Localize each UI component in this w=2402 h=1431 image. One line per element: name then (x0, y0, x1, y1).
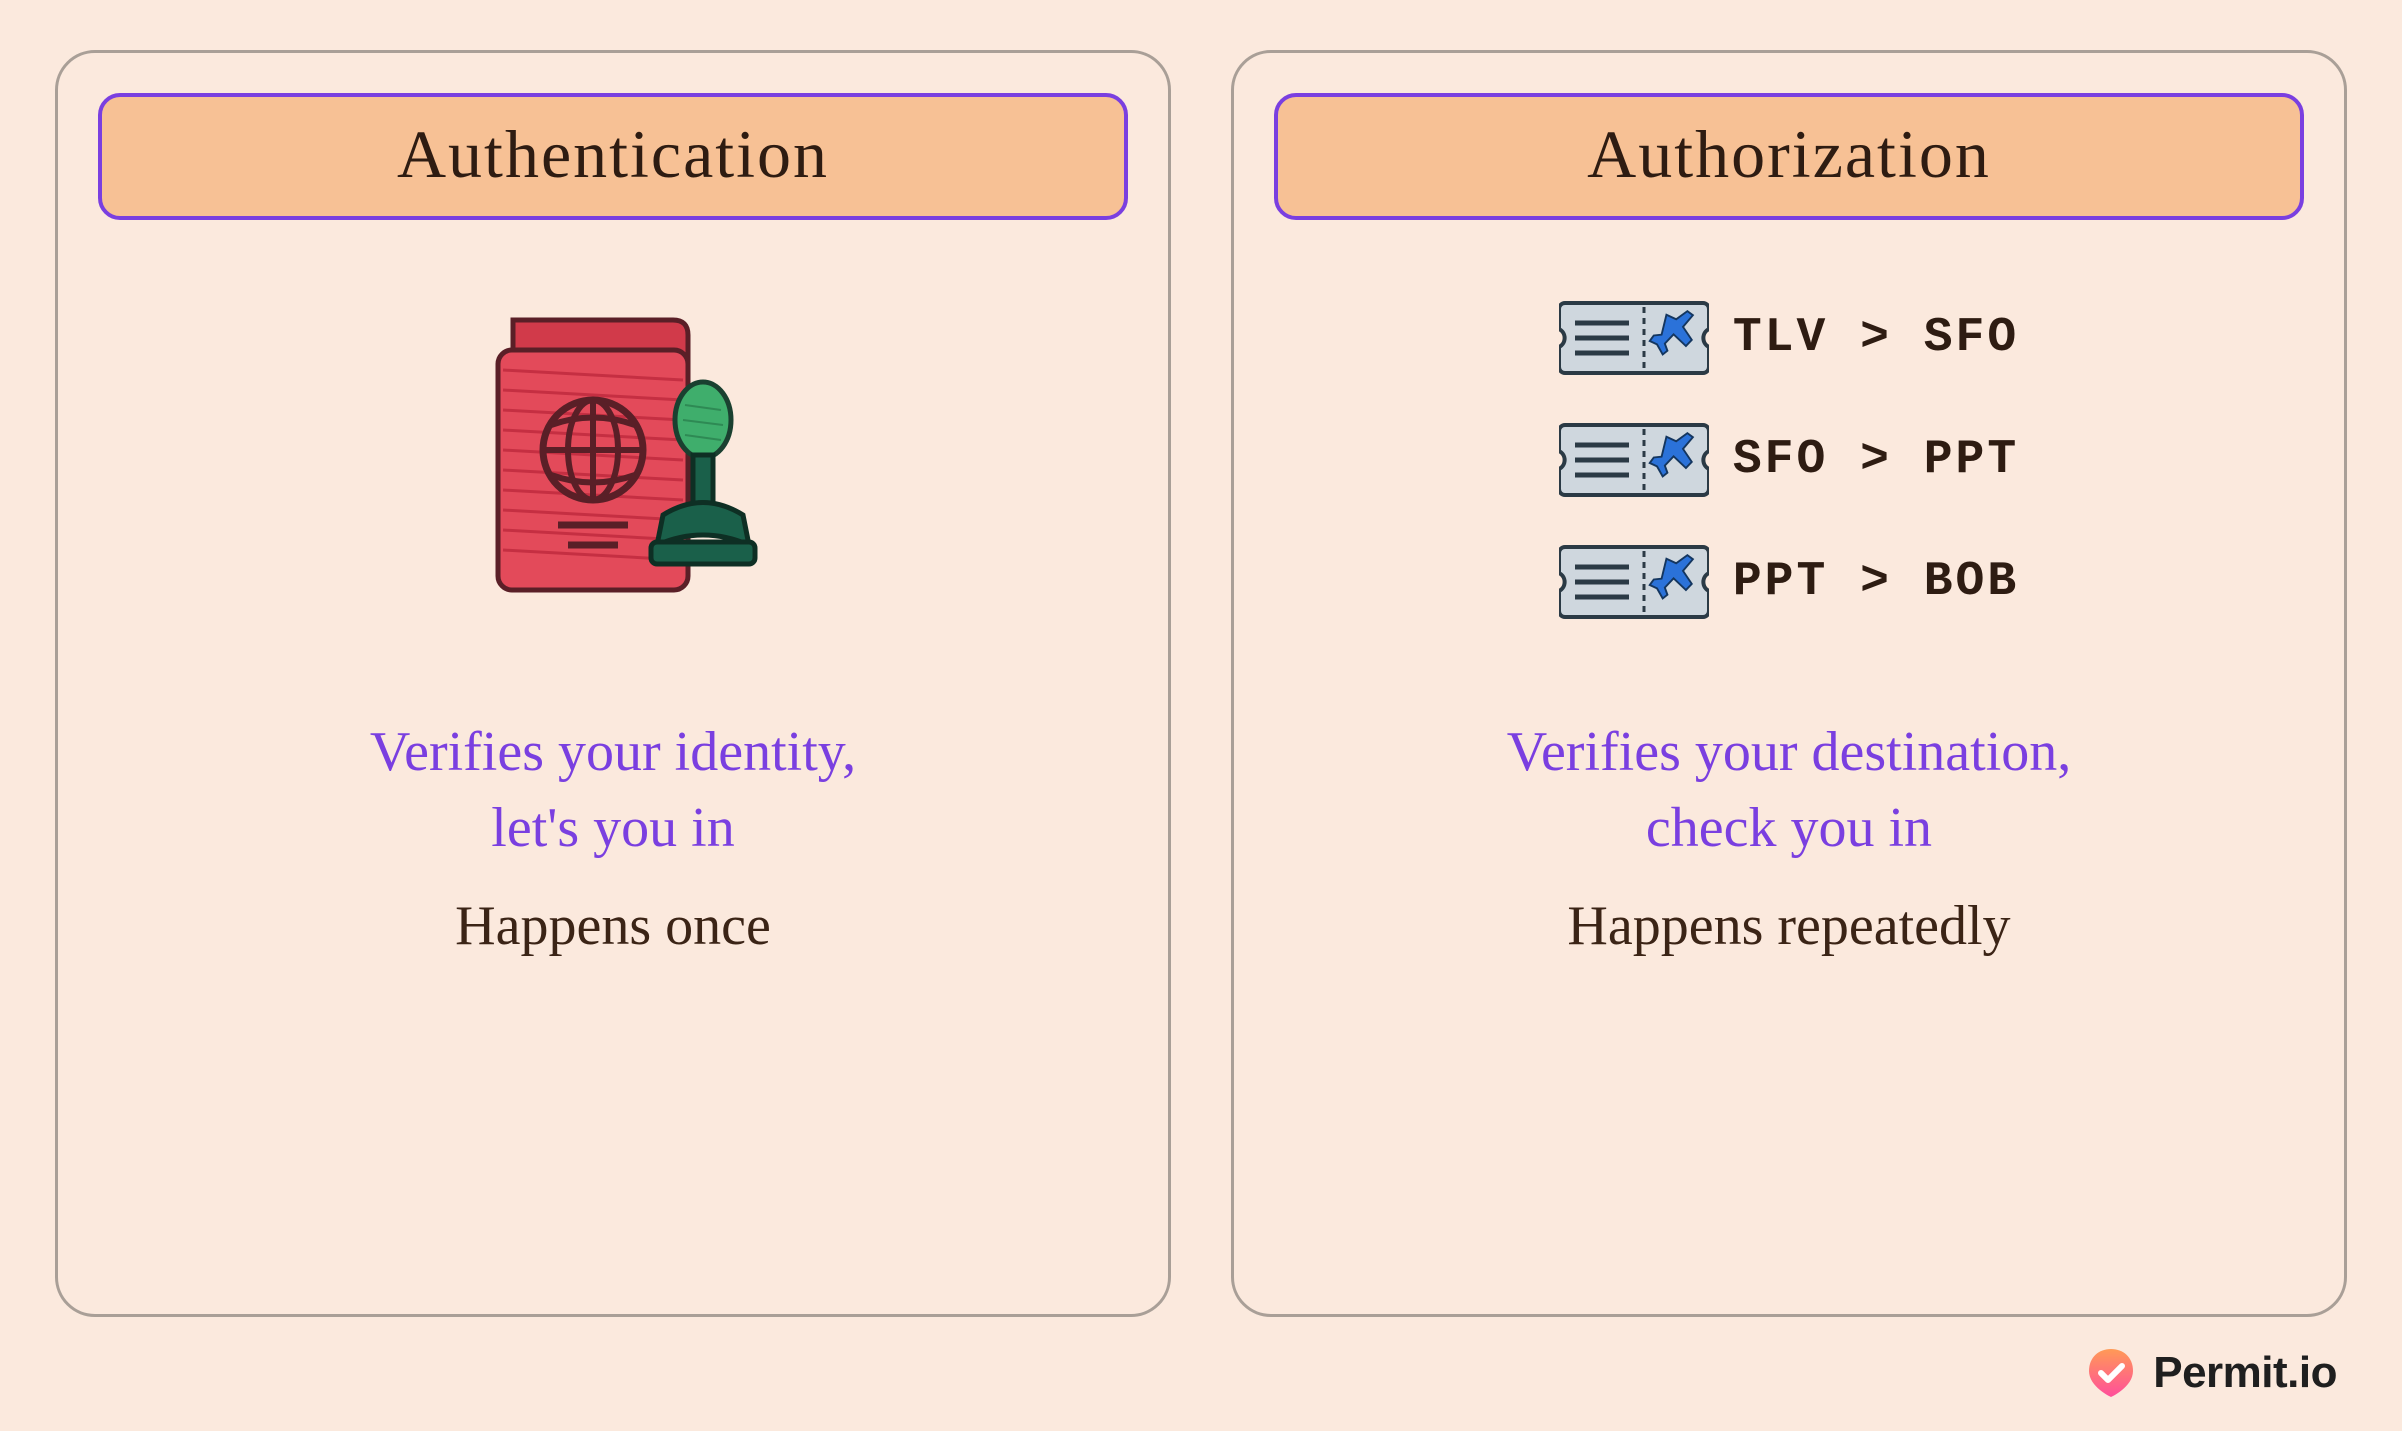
desc-line: Verifies your destination, (1507, 721, 2072, 783)
route-label: TLV > SFO (1733, 311, 2019, 365)
tickets-illustration: TLV > SFO SFO > PPT PPT > BOB (1559, 275, 2019, 645)
ticket-icon (1559, 293, 1709, 383)
ticket-icon (1559, 415, 1709, 505)
authorization-title: Authorization (1274, 93, 2304, 220)
routes-list: TLV > SFO SFO > PPT PPT > BOB (1559, 293, 2019, 627)
authentication-frequency: Happens once (455, 894, 771, 958)
authentication-card: Authentication (55, 50, 1171, 1317)
authorization-description: Verifies your destination, check you in (1507, 715, 2072, 866)
desc-line: check you in (1646, 797, 1932, 859)
authentication-title: Authentication (98, 93, 1128, 220)
route-label: PPT > BOB (1733, 555, 2019, 609)
desc-line: Verifies your identity, (370, 721, 856, 783)
route-row: SFO > PPT (1559, 415, 2019, 505)
passport-icon (453, 310, 773, 610)
route-row: PPT > BOB (1559, 537, 2019, 627)
permit-logo-icon (2083, 1345, 2139, 1401)
desc-line: let's you in (491, 797, 734, 859)
route-label: SFO > PPT (1733, 433, 2019, 487)
ticket-icon (1559, 537, 1709, 627)
footer: Permit.io (55, 1317, 2347, 1401)
passport-illustration (453, 275, 773, 645)
footer-brand: Permit.io (2153, 1348, 2337, 1398)
route-row: TLV > SFO (1559, 293, 2019, 383)
authentication-description: Verifies your identity, let's you in (370, 715, 856, 866)
authorization-card: Authorization TLV > SFO SFO > PPT PPT > (1231, 50, 2347, 1317)
cards-container: Authentication (55, 50, 2347, 1317)
authorization-frequency: Happens repeatedly (1567, 894, 2010, 958)
